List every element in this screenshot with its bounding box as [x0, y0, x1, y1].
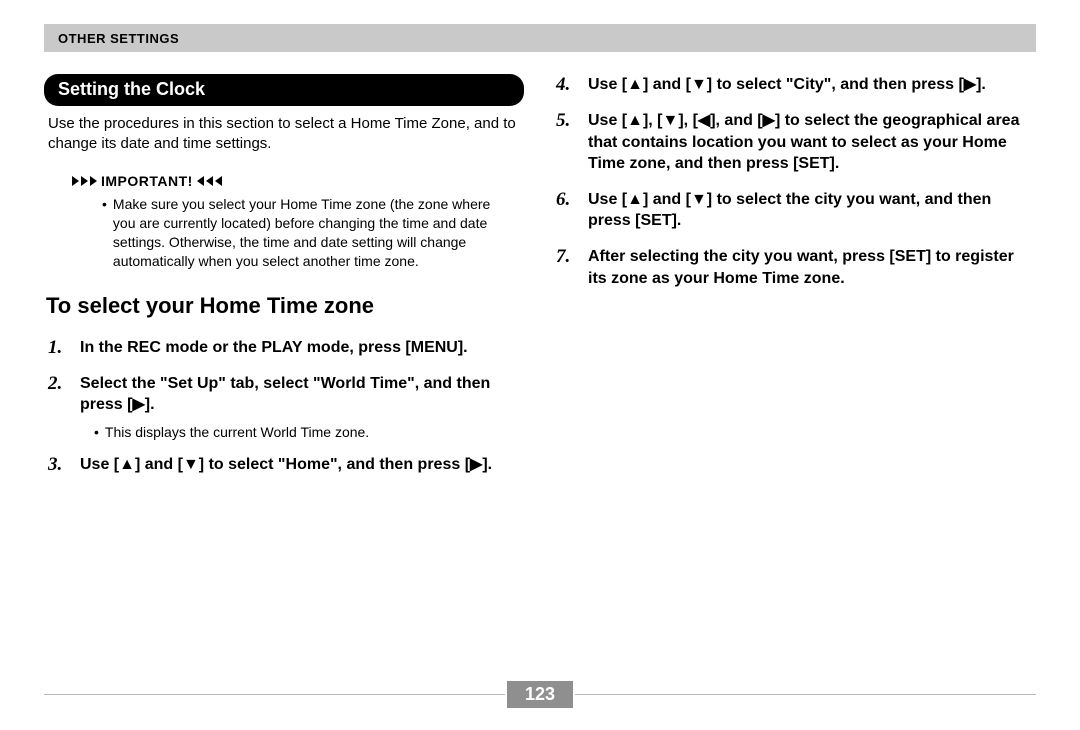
step-text: After selecting the city you want, press…	[588, 246, 1032, 289]
breadcrumb: OTHER SETTINGS	[58, 31, 179, 46]
step-text: Select the "Set Up" tab, select "World T…	[80, 373, 524, 416]
bullet-icon	[94, 424, 99, 440]
step-item: Use [▲], [▼], [◀], and [▶] to select the…	[552, 110, 1032, 175]
manual-page: OTHER SETTINGS Setting the Clock Use the…	[0, 0, 1080, 730]
step-item: Use [▲] and [▼] to select "City", and th…	[552, 74, 1032, 96]
section-title: Setting the Clock	[44, 74, 524, 106]
important-heading: IMPORTANT!	[44, 173, 524, 189]
step-text: In the REC mode or the PLAY mode, press …	[80, 337, 468, 359]
step-item: In the REC mode or the PLAY mode, press …	[44, 337, 524, 359]
triangle-right-icon	[81, 176, 88, 186]
steps-list-left: In the REC mode or the PLAY mode, press …	[44, 337, 524, 476]
bullet-icon	[102, 195, 107, 271]
important-note: Make sure you select your Home Time zone…	[44, 195, 524, 271]
important-label: IMPORTANT!	[101, 173, 193, 189]
footer-rule	[44, 694, 505, 695]
triangle-right-icon	[72, 176, 79, 186]
step-item: Select the "Set Up" tab, select "World T…	[44, 373, 524, 440]
section-intro: Use the procedures in this section to se…	[44, 114, 524, 153]
right-column: Use [▲] and [▼] to select "City", and th…	[552, 74, 1032, 490]
step-item: Use [▲] and [▼] to select the city you w…	[552, 189, 1032, 232]
left-column: Setting the Clock Use the procedures in …	[44, 74, 524, 490]
triangle-left-icon	[215, 176, 222, 186]
triangle-right-icon	[90, 176, 97, 186]
step-item: After selecting the city you want, press…	[552, 246, 1032, 289]
step-text: Use [▲] and [▼] to select the city you w…	[588, 189, 1032, 232]
header-bar: OTHER SETTINGS	[44, 24, 1036, 52]
step-item: Use [▲] and [▼] to select "Home", and th…	[44, 454, 524, 476]
content-columns: Setting the Clock Use the procedures in …	[44, 74, 1036, 490]
page-footer: 123	[44, 681, 1036, 708]
step-note: This displays the current World Time zon…	[80, 424, 524, 440]
triangle-left-icon	[206, 176, 213, 186]
steps-list-right: Use [▲] and [▼] to select "City", and th…	[552, 74, 1032, 289]
subheading: To select your Home Time zone	[44, 293, 524, 319]
page-number: 123	[507, 681, 573, 708]
step-text: Use [▲], [▼], [◀], and [▶] to select the…	[588, 110, 1032, 175]
important-note-text: Make sure you select your Home Time zone…	[113, 195, 516, 271]
footer-rule	[575, 694, 1036, 695]
step-text: Use [▲] and [▼] to select "City", and th…	[588, 74, 986, 96]
triangle-left-icon	[197, 176, 204, 186]
step-text: Use [▲] and [▼] to select "Home", and th…	[80, 454, 492, 476]
step-note-text: This displays the current World Time zon…	[105, 424, 369, 440]
